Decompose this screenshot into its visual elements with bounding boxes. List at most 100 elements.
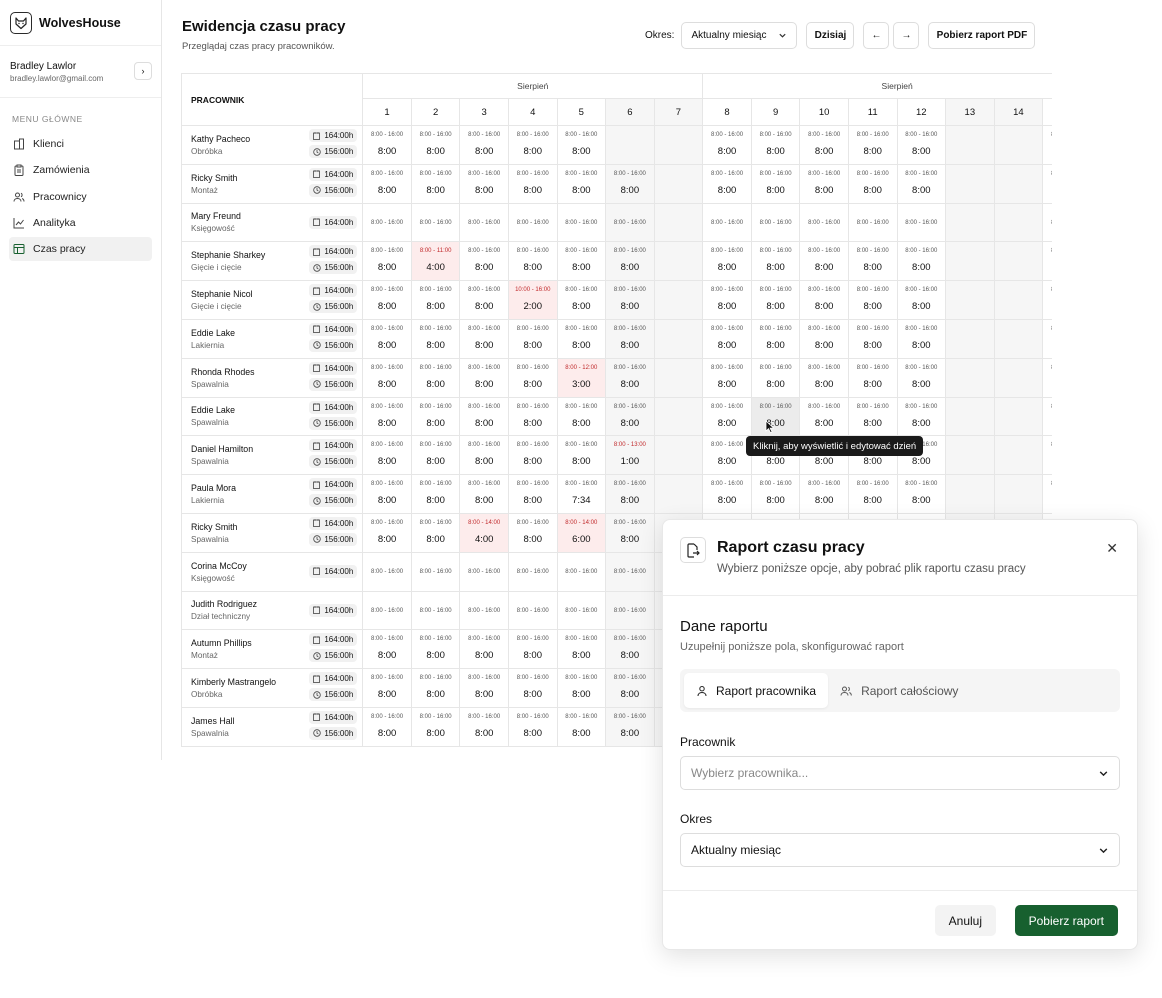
day-cell[interactable]: 8:00 - 16:00 8:00 bbox=[459, 318, 509, 359]
day-cell[interactable] bbox=[653, 125, 704, 165]
day-cell[interactable]: 8:00 - 16:00 8:00 bbox=[1042, 280, 1052, 320]
day-cell[interactable] bbox=[993, 435, 1044, 476]
day-cell[interactable]: 8:00 - 16:00 8:00 bbox=[410, 435, 461, 476]
user-profile[interactable]: Bradley Lawlor bradley.lawlor@gmail.com … bbox=[0, 46, 161, 98]
day-cell[interactable] bbox=[945, 125, 995, 165]
day-cell[interactable]: 8:00 - 16:00 8:00 bbox=[750, 125, 801, 165]
day-cell[interactable] bbox=[945, 280, 995, 320]
day-cell[interactable]: 8:00 - 16:00 8:00 bbox=[847, 396, 898, 437]
day-cell[interactable]: 8:00 - 16:00 bbox=[896, 202, 947, 243]
day-cell[interactable]: 8:00 - 14:00 4:00 bbox=[459, 512, 509, 553]
day-cell[interactable]: 8:00 - 16:00 8:00 bbox=[702, 357, 752, 398]
day-cell[interactable] bbox=[653, 318, 704, 359]
day-cell[interactable]: 8:00 - 16:00 8:00 bbox=[605, 668, 655, 708]
day-cell[interactable] bbox=[945, 396, 995, 437]
day-cell[interactable] bbox=[993, 474, 1044, 514]
day-cell[interactable]: 8:00 - 16:00 8:00 bbox=[507, 668, 558, 708]
day-cell[interactable]: 8:00 - 16:00 7:34 bbox=[556, 474, 607, 514]
day-cell[interactable] bbox=[993, 318, 1044, 359]
day-cell[interactable]: 8:00 - 16:00 8:00 bbox=[410, 629, 461, 670]
day-cell[interactable] bbox=[653, 435, 704, 476]
cancel-button[interactable]: Anuluj bbox=[934, 905, 996, 936]
day-cell[interactable]: 8:00 - 16:00 bbox=[507, 551, 558, 592]
day-cell[interactable] bbox=[993, 241, 1044, 282]
day-cell[interactable]: 8:00 - 16:00 8:00 bbox=[507, 474, 558, 514]
day-cell[interactable]: 8:00 - 16:00 8:00 bbox=[410, 512, 461, 553]
day-cell[interactable]: 8:00 - 16:00 8:00 bbox=[556, 318, 607, 359]
day-cell[interactable]: 8:00 - 16:00 8:00 bbox=[605, 706, 655, 747]
day-cell[interactable]: 8:00 - 16:00 bbox=[507, 590, 558, 631]
day-cell[interactable]: 8:00 - 16:00 8:00 bbox=[362, 512, 412, 553]
day-cell[interactable]: 8:00 - 16:00 8:00 bbox=[507, 706, 558, 747]
day-cell[interactable]: 8:00 - 16:00 8:00 bbox=[847, 357, 898, 398]
day-cell[interactable]: 8:00 - 16:00 8:00 bbox=[410, 318, 461, 359]
day-cell[interactable]: 8:00 - 16:00 bbox=[459, 551, 509, 592]
sidebar-item-klienci[interactable]: Klienci bbox=[9, 132, 152, 156]
day-cell[interactable]: 8:00 - 16:00 8:00 bbox=[896, 474, 947, 514]
day-cell[interactable]: 8:00 - 16:00 8:00 bbox=[459, 241, 509, 282]
day-cell[interactable]: 8:00 - 16:00 8:00 bbox=[556, 435, 607, 476]
day-cell[interactable] bbox=[993, 202, 1044, 243]
day-cell[interactable] bbox=[993, 396, 1044, 437]
day-cell[interactable]: 8:00 - 16:00 8:00 bbox=[507, 512, 558, 553]
day-cell[interactable] bbox=[993, 280, 1044, 320]
day-cell[interactable]: 8:00 - 16:00 8:00 bbox=[459, 629, 509, 670]
day-cell[interactable]: 8:00 - 16:00 8:00 bbox=[799, 280, 849, 320]
day-cell[interactable]: 8:00 - 16:00 8:00 bbox=[507, 241, 558, 282]
day-cell[interactable]: 8:00 - 16:00 bbox=[362, 590, 412, 631]
day-cell[interactable]: 8:00 - 16:00 bbox=[799, 202, 849, 243]
day-cell[interactable]: 8:00 - 16:00 8:00 bbox=[459, 474, 509, 514]
day-cell[interactable]: 8:00 - 16:00 8:00 bbox=[362, 474, 412, 514]
day-cell[interactable]: 8:00 - 16:00 8:00 bbox=[362, 435, 412, 476]
day-cell[interactable] bbox=[945, 202, 995, 243]
day-cell[interactable]: 8:00 - 16:00 bbox=[847, 202, 898, 243]
day-cell[interactable]: 8:00 - 16:00 bbox=[605, 551, 655, 592]
day-cell[interactable]: 8:00 - 16:00 8:00 bbox=[459, 706, 509, 747]
day-cell[interactable]: 8:00 - 16:00 8:00 bbox=[459, 435, 509, 476]
day-cell[interactable]: 8:00 - 16:00 8:00 bbox=[556, 241, 607, 282]
day-cell[interactable]: 8:00 - 16:00 8:00 bbox=[605, 241, 655, 282]
day-cell[interactable]: 8:00 - 16:00 8:00 bbox=[1042, 357, 1052, 398]
day-cell[interactable]: 8:00 - 16:00 8:00 bbox=[507, 163, 558, 204]
day-cell[interactable]: 8:00 - 16:00 8:00 bbox=[750, 318, 801, 359]
today-button[interactable]: Dzisiaj bbox=[806, 22, 855, 49]
day-cell[interactable] bbox=[945, 163, 995, 204]
day-cell[interactable]: 8:00 - 16:00 8:00 bbox=[605, 512, 655, 553]
day-cell[interactable]: 8:00 - 16:00 8:00 bbox=[410, 706, 461, 747]
tab-employee-report[interactable]: Raport pracownika bbox=[684, 673, 829, 708]
day-cell[interactable]: 8:00 - 16:00 8:00 bbox=[459, 125, 509, 165]
employee-cell[interactable]: Judith Rodriguez Dział techniczny 164:00h bbox=[181, 590, 364, 631]
employee-cell[interactable]: Rhonda Rhodes Spawalnia 164:00h 156:00h bbox=[181, 357, 364, 398]
employee-cell[interactable]: Autumn Phillips Montaż 164:00h 156:00h bbox=[181, 629, 364, 670]
day-cell[interactable]: 8:00 - 16:00 8:00 bbox=[896, 396, 947, 437]
day-cell[interactable]: 8:00 - 16:00 8:00 bbox=[507, 125, 558, 165]
day-cell[interactable]: 8:00 - 16:00 8:00 bbox=[896, 318, 947, 359]
day-cell[interactable]: 8:00 - 16:00 8:00 bbox=[556, 668, 607, 708]
day-cell[interactable] bbox=[945, 357, 995, 398]
employee-cell[interactable]: Eddie Lake Spawalnia 164:00h 156:00h bbox=[181, 396, 364, 437]
day-cell[interactable]: 8:00 - 16:00 8:00 bbox=[605, 357, 655, 398]
day-cell[interactable]: 8:00 - 16:00 8:00 bbox=[799, 125, 849, 165]
day-cell[interactable]: 8:00 - 16:00 8:00 bbox=[556, 163, 607, 204]
day-cell[interactable] bbox=[945, 318, 995, 359]
chevron-right-icon[interactable]: › bbox=[134, 62, 152, 80]
next-arrow-icon[interactable]: → bbox=[893, 22, 920, 49]
day-cell[interactable]: 8:00 - 16:00 8:00 bbox=[362, 706, 412, 747]
day-cell[interactable]: 8:00 - 16:00 8:00 bbox=[702, 435, 752, 476]
day-cell[interactable]: 8:00 - 16:00 bbox=[556, 590, 607, 631]
day-cell[interactable]: 8:00 - 16:00 8:00 bbox=[799, 163, 849, 204]
day-cell[interactable]: 8:00 - 16:00 bbox=[605, 202, 655, 243]
day-cell[interactable]: 8:00 - 16:00 8:00 bbox=[847, 241, 898, 282]
day-cell[interactable]: 8:00 - 16:00 8:00 bbox=[362, 668, 412, 708]
day-cell[interactable]: 8:00 - 16:00 8:00 bbox=[896, 357, 947, 398]
sidebar-item-pracownicy[interactable]: Pracownicy bbox=[9, 185, 152, 209]
day-cell[interactable]: 8:00 - 16:00 bbox=[750, 202, 801, 243]
employee-cell[interactable]: Kathy Pacheco Obróbka 164:00h 156:00h bbox=[181, 125, 364, 165]
day-cell[interactable]: 8:00 - 16:00 8:00 bbox=[507, 318, 558, 359]
sidebar-item-analityka[interactable]: Analityka bbox=[9, 211, 152, 235]
day-cell[interactable]: 8:00 - 16:00 8:00 bbox=[410, 280, 461, 320]
day-cell[interactable]: 8:00 - 16:00 8:00 bbox=[362, 280, 412, 320]
day-cell[interactable]: 8:00 - 16:00 8:00 bbox=[799, 318, 849, 359]
day-cell[interactable] bbox=[945, 241, 995, 282]
close-icon[interactable]: ✕ bbox=[1106, 540, 1118, 557]
